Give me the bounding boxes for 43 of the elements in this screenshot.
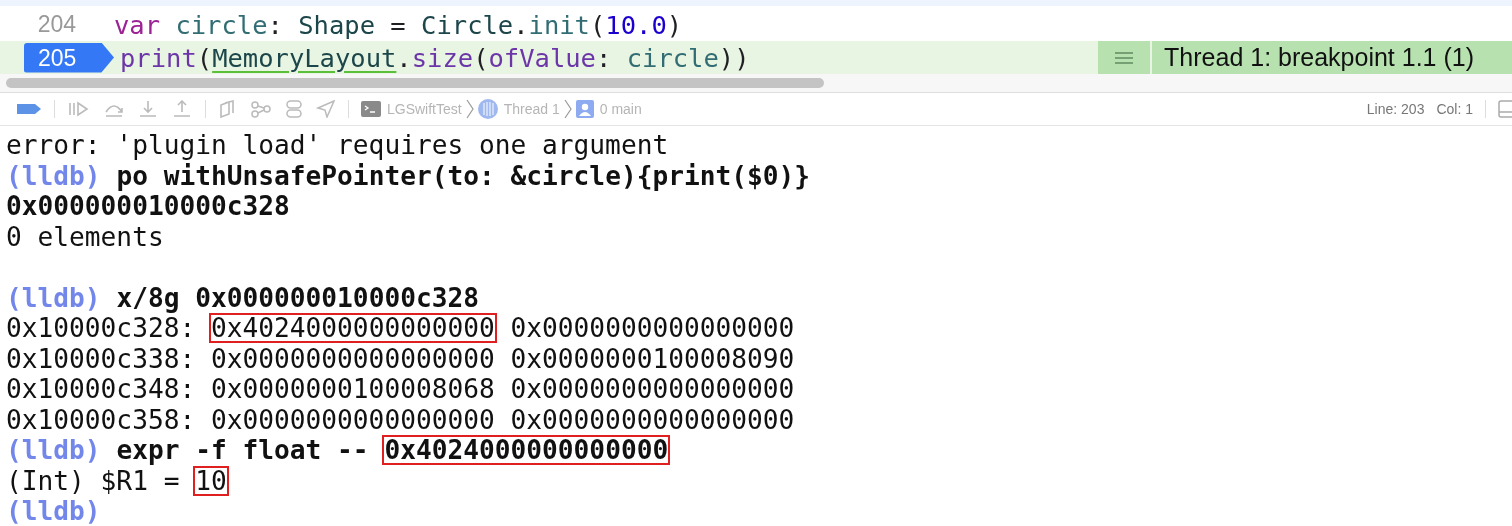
chevron-icon: [465, 99, 474, 119]
breakpoint-annotation: Thread 1: breakpoint 1.1 (1): [1098, 41, 1512, 74]
thread-icon: [477, 99, 498, 119]
console-text: (Int) $R1 =: [6, 467, 181, 494]
console-text: 10: [195, 467, 227, 494]
console-text: 0x4024000000000000: [210, 315, 495, 341]
lldb-prompt: (lldb): [6, 162, 101, 189]
breakpoint-marker[interactable]: 205: [24, 42, 114, 73]
breakpoint-toggle-icon[interactable]: [16, 102, 42, 116]
console-text: 0x4024000000000000: [384, 437, 669, 463]
code-text: print(MemoryLayout.size(ofValue: circle)): [120, 42, 750, 73]
console-text: expr -f float --: [115, 437, 370, 463]
console-text: 0x000000010000c328: [6, 193, 290, 219]
console-text: x/8g 0x000000010000c328: [115, 284, 479, 311]
lldb-prompt: (lldb): [6, 498, 101, 524]
console-text: 0x10000c328:: [6, 315, 197, 341]
continue-icon[interactable]: [67, 100, 91, 118]
console-text: 0 elements: [6, 223, 164, 250]
line-number-label: Line: 203: [1366, 101, 1425, 117]
console-text: 0x0000000000000000: [509, 315, 795, 341]
code-text: var circle: Shape = Circle.init(10.0): [114, 9, 683, 40]
column-label: Col: 1: [1436, 101, 1473, 117]
console-text: 0x10000c348: 0x0000000100008068 0x0000000000000000: [6, 376, 795, 402]
lldb-prompt: (lldb): [6, 437, 101, 463]
graph-icon[interactable]: [250, 100, 272, 118]
person-icon: [575, 100, 594, 118]
console-text: 0x10000c338: 0x0000000000000000 0x0000000100008090: [6, 345, 795, 372]
breadcrumb[interactable]: Thread 1: [477, 99, 560, 119]
lldb-prompt: (lldb): [6, 284, 101, 311]
step-out-icon[interactable]: [171, 100, 193, 118]
step-into-icon[interactable]: [137, 100, 159, 118]
toggle-icon[interactable]: [284, 100, 304, 118]
chevron-icon: [563, 99, 572, 119]
scrollbar-thumb[interactable]: [6, 78, 824, 88]
location-icon[interactable]: [316, 100, 336, 118]
line-number: 204: [36, 11, 77, 38]
breadcrumb[interactable]: LGSwiftTest: [361, 101, 462, 117]
console-text: 0x10000c358: 0x0000000000000000 0x0000000000000000: [6, 406, 795, 433]
panel-icon[interactable]: [1498, 99, 1512, 119]
console-text: po withUnsafePointer(to: &circle){print($0)}: [115, 162, 811, 189]
console-text: error: 'plugin load' requires one argument: [6, 132, 669, 158]
breadcrumb[interactable]: 0 main: [575, 100, 642, 118]
terminal-icon: [361, 101, 381, 117]
